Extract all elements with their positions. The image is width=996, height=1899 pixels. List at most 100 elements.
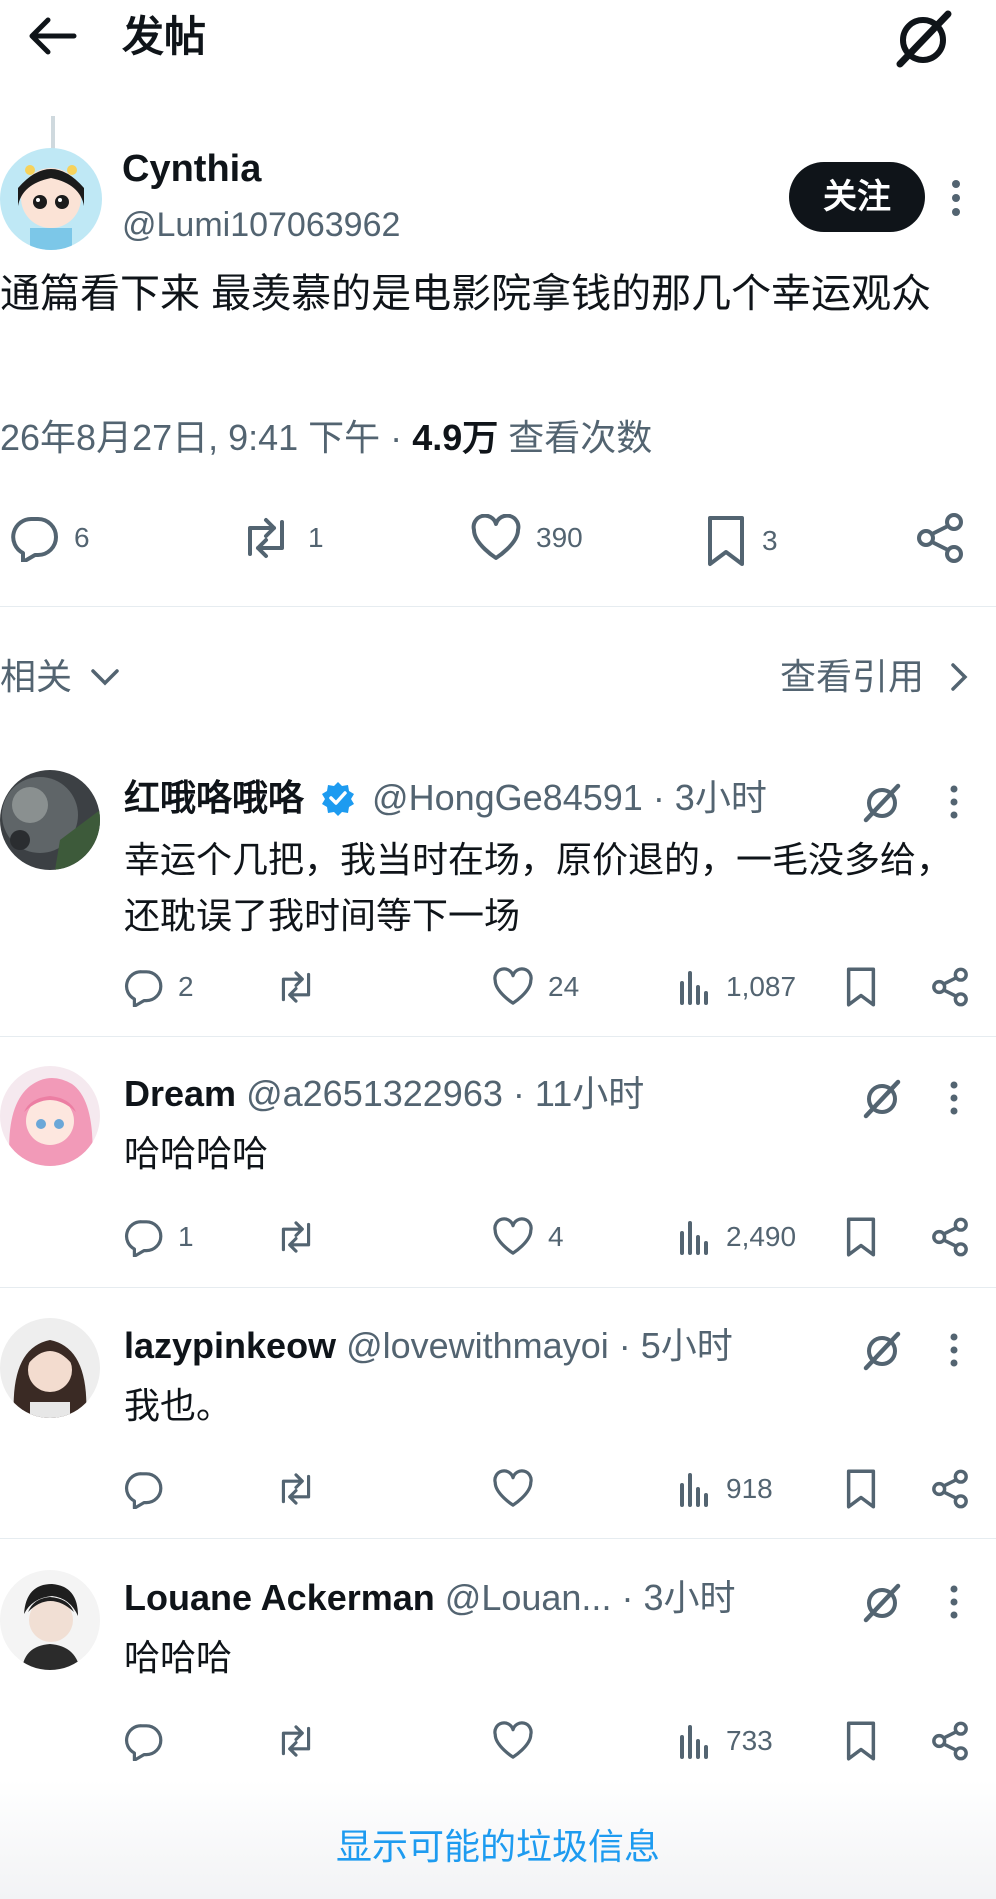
avatar[interactable]: [0, 1066, 100, 1166]
repost-button[interactable]: [274, 962, 332, 1012]
reply-button[interactable]: [124, 1716, 178, 1766]
reply-author-name[interactable]: lazypinkeow: [124, 1325, 336, 1366]
related-label: 相关: [0, 656, 73, 697]
grok-icon[interactable]: [860, 1580, 904, 1624]
back-arrow-icon[interactable]: [24, 14, 80, 58]
more-options-icon[interactable]: [944, 176, 968, 220]
bookmark-button[interactable]: [844, 1464, 878, 1514]
share-icon[interactable]: [930, 962, 970, 1012]
reply-button[interactable]: 1: [124, 1212, 194, 1262]
reply-author-handle[interactable]: @lovewithmayoi: [346, 1325, 609, 1366]
bookmark-button[interactable]: 3: [704, 514, 778, 568]
repost-button[interactable]: 1: [238, 514, 324, 562]
like-count: 24: [548, 971, 580, 1002]
reply-time: · 3小时: [652, 777, 767, 818]
reply-button[interactable]: [124, 1464, 178, 1514]
repost-icon: [281, 971, 311, 1003]
divider: [0, 1538, 996, 1539]
post-meta: 26年8月27日, 9:41 下午 · 4.9万 查看次数: [0, 412, 652, 464]
reply-actions: 2 24 1,087: [124, 962, 984, 1012]
reply-actions: 1 4 2,490: [124, 1212, 984, 1262]
more-options-icon[interactable]: [944, 1330, 964, 1370]
heart-icon: [493, 967, 533, 1005]
repost-icon: [281, 1473, 311, 1505]
reply-author-name[interactable]: 红哦咯哦咯: [124, 777, 304, 818]
reply-item[interactable]: 红哦咯哦咯 @HongGe84591 · 3小时 幸运个几把，我当时在场，原价退…: [0, 770, 996, 1040]
view-count-label: 查看次数: [498, 417, 653, 458]
grok-icon[interactable]: [860, 1076, 904, 1120]
repost-icon: [248, 518, 284, 558]
grok-icon[interactable]: [860, 780, 904, 824]
reply-button[interactable]: 6: [10, 514, 90, 562]
views-button[interactable]: 1,087: [678, 962, 796, 1012]
reply-item[interactable]: Dream @a2651322963 · 11小时 哈哈哈哈 1 4 2,490: [0, 1066, 996, 1286]
like-button[interactable]: [492, 1716, 548, 1766]
divider: [0, 606, 996, 607]
share-icon[interactable]: [914, 512, 966, 564]
repost-button[interactable]: [274, 1716, 332, 1766]
repost-button[interactable]: [274, 1212, 332, 1262]
show-spam-link[interactable]: 显示可能的垃圾信息: [0, 1822, 996, 1872]
reply-item[interactable]: lazypinkeow @lovewithmayoi · 5小时 我也。 918: [0, 1318, 996, 1538]
more-options-icon[interactable]: [944, 1582, 964, 1622]
more-options-icon[interactable]: [944, 782, 964, 822]
reply-author-name[interactable]: Louane Ackerman: [124, 1577, 435, 1618]
like-count: 390: [536, 522, 583, 553]
author-handle[interactable]: @Lumi107063962: [122, 204, 400, 246]
bookmark-button[interactable]: [844, 1716, 878, 1766]
repost-icon: [281, 1221, 311, 1253]
reply-count: 2: [178, 971, 194, 1002]
reply-icon: [124, 970, 163, 1007]
related-toggle[interactable]: 相关: [0, 652, 120, 702]
reply-header: lazypinkeow @lovewithmayoi · 5小时: [124, 1322, 733, 1370]
views-button[interactable]: 2,490: [678, 1212, 796, 1262]
reply-time: · 11小时: [512, 1073, 645, 1114]
share-icon[interactable]: [930, 1212, 970, 1262]
reply-author-handle[interactable]: @Louan...: [445, 1577, 612, 1618]
heart-icon: [471, 514, 521, 560]
follow-button[interactable]: 关注: [789, 162, 925, 232]
views-button[interactable]: 918: [678, 1464, 773, 1514]
views-button[interactable]: 733: [678, 1716, 773, 1766]
grok-icon[interactable]: [890, 6, 956, 72]
avatar[interactable]: [0, 1318, 100, 1418]
like-button[interactable]: 4: [492, 1212, 564, 1262]
reply-author-handle[interactable]: @a2651322963: [246, 1073, 503, 1114]
reply-actions: 918: [124, 1464, 984, 1514]
more-options-icon[interactable]: [944, 1078, 964, 1118]
like-button[interactable]: 390: [470, 514, 583, 562]
reply-actions: 733: [124, 1716, 984, 1766]
bookmark-button[interactable]: [844, 1212, 878, 1262]
thread-connector: [51, 116, 55, 152]
quotes-label: 查看引用: [779, 656, 924, 697]
avatar[interactable]: [0, 1570, 100, 1670]
author-name[interactable]: Cynthia: [122, 146, 261, 192]
grok-icon[interactable]: [860, 1328, 904, 1372]
reply-header: Louane Ackerman @Louan... · 3小时: [124, 1574, 735, 1622]
bookmark-button[interactable]: [844, 962, 878, 1012]
reply-icon: [124, 1472, 163, 1509]
view-quotes-link[interactable]: 查看引用: [780, 652, 968, 702]
avatar[interactable]: [0, 148, 102, 250]
reply-icon: [11, 516, 58, 562]
reply-text: 我也。: [124, 1385, 233, 1426]
chevron-right-icon: [951, 663, 968, 691]
reply-header: 红哦咯哦咯 @HongGe84591 · 3小时: [124, 774, 767, 822]
share-icon[interactable]: [930, 1716, 970, 1766]
analytics-icon: [680, 1725, 708, 1759]
view-count: 1,087: [726, 971, 797, 1002]
reply-text: 哈哈哈哈: [124, 1133, 269, 1174]
reply-button[interactable]: 2: [124, 962, 194, 1012]
like-button[interactable]: [492, 1464, 548, 1514]
reply-author-handle[interactable]: @HongGe84591: [372, 777, 643, 818]
share-icon[interactable]: [930, 1464, 970, 1514]
reply-author-name[interactable]: Dream: [124, 1073, 236, 1114]
reply-item[interactable]: Louane Ackerman @Louan... · 3小时 哈哈哈 733: [0, 1570, 996, 1790]
avatar[interactable]: [0, 770, 100, 870]
view-count: 918: [726, 1473, 773, 1504]
repost-button[interactable]: [274, 1464, 332, 1514]
divider: [0, 1287, 996, 1288]
bookmark-icon: [846, 1217, 876, 1257]
heart-icon: [493, 1721, 533, 1759]
like-button[interactable]: 24: [492, 962, 579, 1012]
